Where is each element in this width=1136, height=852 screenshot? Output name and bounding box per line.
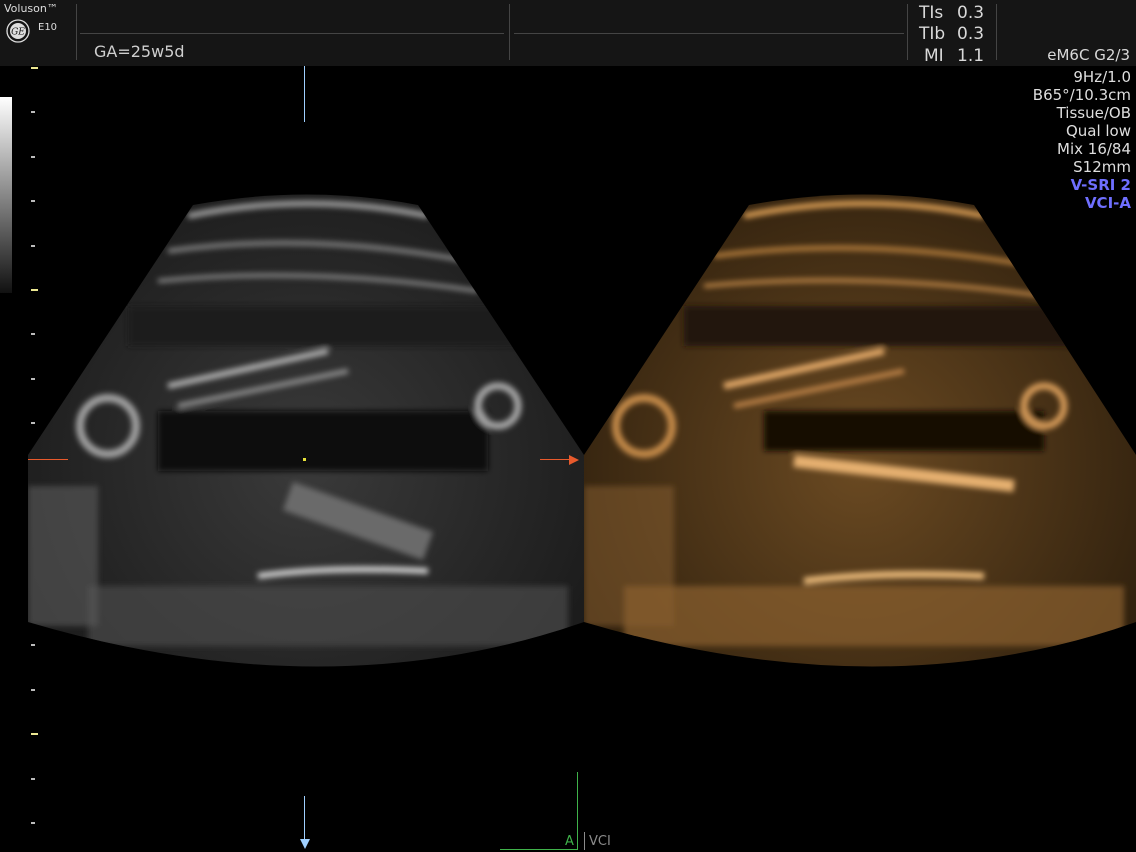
arrow-right-icon (569, 455, 579, 465)
tis-value: 0.3 (957, 3, 985, 23)
header-divider (76, 4, 77, 60)
scan-plane-bottom-marker (304, 796, 305, 842)
scan-plane-top-marker (304, 66, 305, 122)
gestational-age: GA=25w5d (94, 42, 185, 61)
vci-render-image[interactable] (584, 66, 1136, 706)
tib-value: 0.3 (957, 24, 985, 44)
depth-tick (31, 778, 35, 780)
reference-line-left (28, 459, 68, 460)
tis-label: TIs (919, 3, 944, 23)
grayscale-bar (0, 97, 12, 293)
mi-label: MI (924, 46, 944, 66)
svg-text:GE: GE (11, 28, 25, 38)
brand-label: Voluson™ (4, 2, 58, 15)
arrow-down-icon (300, 839, 310, 849)
mi-value: 1.1 (957, 46, 985, 66)
tib-label: TIb (919, 24, 946, 44)
plane-axis-line (500, 849, 578, 850)
header-bar: Voluson™ GE E10 GA=25w5d TIs 0.3 TIb 0.3… (0, 0, 1136, 66)
model-label: E10 (38, 22, 58, 33)
mode-label: VCI (589, 834, 611, 849)
focus-point-marker (303, 458, 306, 461)
plane-axis-line (577, 772, 578, 850)
depth-tick (31, 733, 38, 735)
header-divider (509, 4, 510, 60)
bmode-image[interactable] (28, 66, 584, 706)
header-line (514, 33, 904, 34)
depth-tick (31, 822, 35, 824)
header-divider (996, 4, 997, 60)
mode-divider (584, 832, 585, 850)
ge-logo-icon: GE (6, 19, 30, 43)
plane-label: A (565, 834, 574, 849)
header-divider (907, 4, 908, 60)
probe-label: eM6C G2/3 (1047, 46, 1130, 64)
header-line (80, 33, 504, 34)
